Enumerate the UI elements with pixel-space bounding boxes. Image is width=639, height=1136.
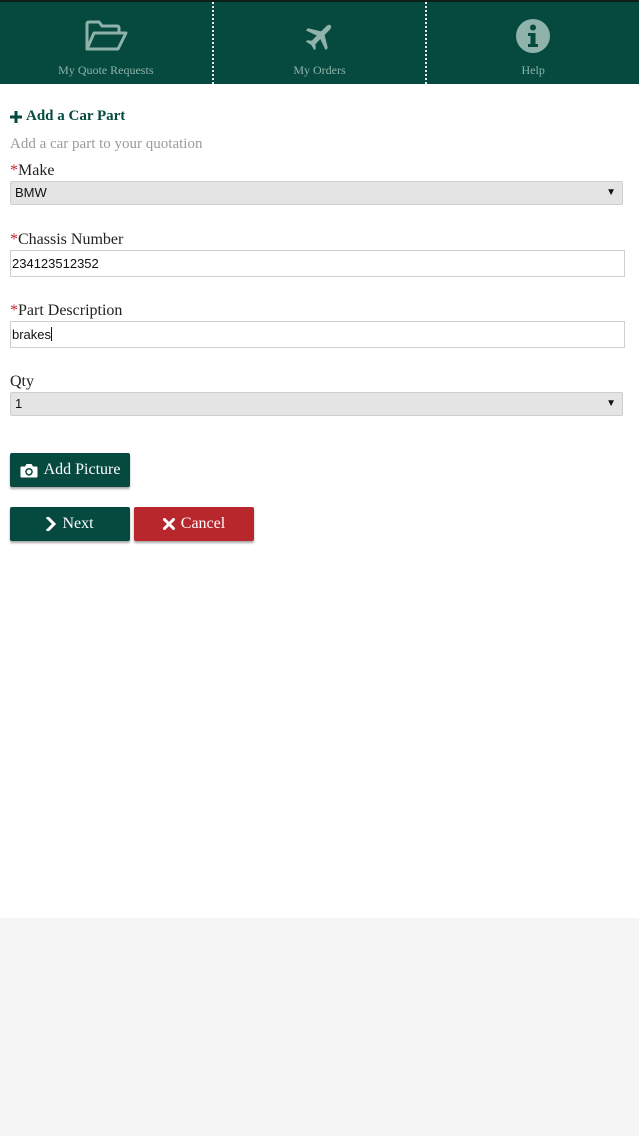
nav-my-orders[interactable]: My Orders: [211, 2, 426, 84]
add-picture-label: Add Picture: [43, 461, 121, 478]
required-marker: *: [10, 162, 18, 179]
close-icon: [162, 518, 175, 530]
nav-label-help: Help: [521, 63, 545, 77]
top-navigation: My Quote Requests My Orders Help: [0, 0, 639, 84]
cancel-label: Cancel: [180, 515, 226, 532]
nav-label-my-orders: My Orders: [293, 63, 346, 77]
qty-label-text: Qty: [10, 373, 34, 390]
form-title-text: Add a Car Part: [26, 108, 126, 124]
make-label: *Make: [10, 162, 54, 180]
info-icon: [515, 16, 551, 56]
chassis-number-input[interactable]: 234123512352: [10, 250, 625, 277]
camera-icon: [20, 463, 38, 477]
next-button[interactable]: Next: [10, 507, 130, 541]
chassis-label-text: Chassis Number: [18, 231, 124, 248]
part-description-label-text: Part Description: [18, 302, 123, 319]
plus-icon: [10, 110, 22, 123]
dropdown-arrow-icon: ▼: [606, 187, 616, 198]
nav-label-my-quote-requests: My Quote Requests: [58, 63, 154, 77]
nav-help[interactable]: Help: [425, 2, 639, 84]
chevron-right-icon: [46, 517, 57, 531]
make-label-text: Make: [18, 162, 55, 179]
form-subtitle: Add a car part to your quotation: [10, 136, 203, 152]
text-cursor: [51, 327, 53, 341]
make-select-value: BMW: [15, 185, 47, 200]
qty-label: Qty: [10, 373, 34, 391]
dropdown-arrow-icon: ▼: [606, 398, 616, 409]
part-description-value: brakes: [12, 327, 52, 342]
qty-select[interactable]: 1 ▼: [10, 392, 623, 416]
plane-icon: [303, 16, 337, 56]
nav-my-quote-requests[interactable]: My Quote Requests: [0, 2, 212, 84]
required-marker: *: [10, 231, 18, 248]
add-picture-button[interactable]: Add Picture: [10, 453, 130, 487]
make-select[interactable]: BMW ▼: [10, 181, 623, 205]
part-description-input[interactable]: brakes: [10, 321, 625, 348]
required-marker: *: [10, 302, 18, 319]
folder-open-icon: [84, 16, 128, 56]
form-title: Add a Car Part: [10, 108, 125, 125]
qty-select-value: 1: [15, 396, 23, 411]
chassis-label: *Chassis Number: [10, 231, 123, 249]
cancel-button[interactable]: Cancel: [134, 507, 254, 541]
part-description-label: *Part Description: [10, 302, 122, 320]
next-label: Next: [62, 515, 94, 532]
chassis-number-value: 234123512352: [12, 256, 99, 271]
